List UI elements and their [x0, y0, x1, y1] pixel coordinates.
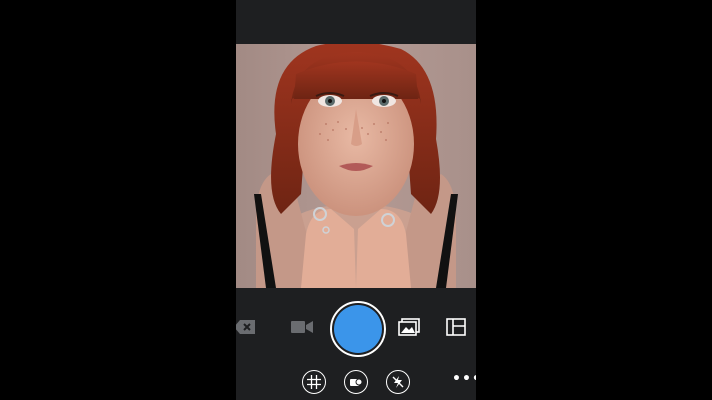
- top-bar: [236, 0, 476, 44]
- flash-off-icon[interactable]: [386, 370, 410, 394]
- delete-icon[interactable]: [236, 316, 256, 338]
- camera-controls: •••: [236, 288, 476, 400]
- lens-switch-icon[interactable]: [344, 370, 368, 394]
- camera-preview[interactable]: [236, 44, 476, 288]
- shutter-button-core: [334, 305, 382, 353]
- grid-icon[interactable]: [302, 370, 326, 394]
- gallery-icon[interactable]: [398, 316, 420, 338]
- shutter-button[interactable]: [330, 301, 386, 357]
- camera-app: •••: [236, 0, 476, 400]
- more-options-button[interactable]: •••: [452, 372, 476, 386]
- layout-icon[interactable]: [445, 316, 467, 338]
- video-camera-icon[interactable]: [290, 316, 314, 338]
